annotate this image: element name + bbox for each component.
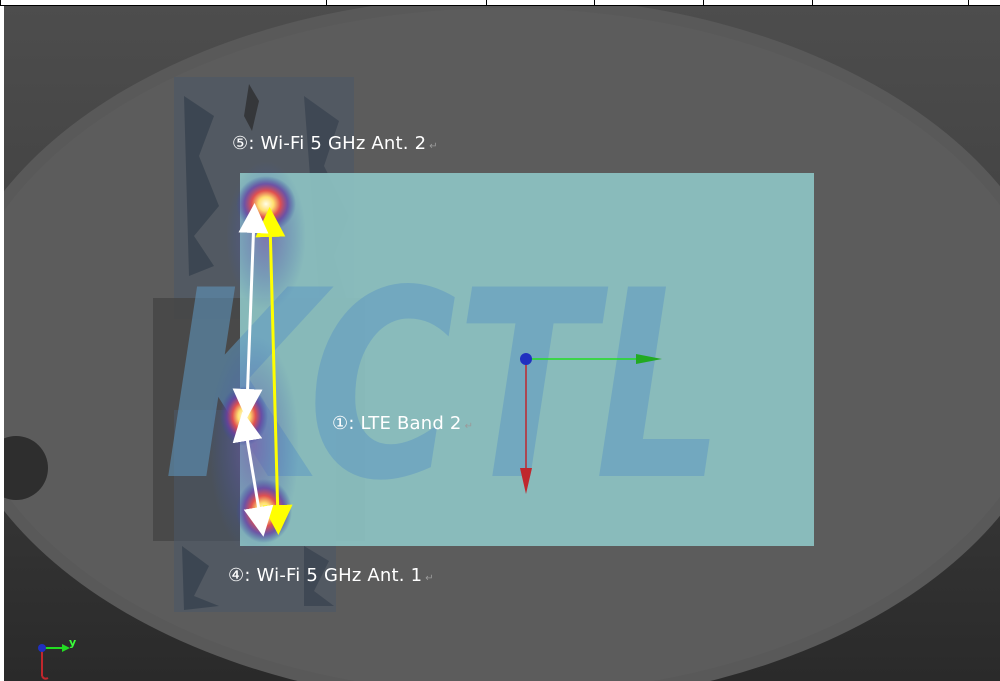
scene-canvas: KCTL xyxy=(4,6,1000,681)
label-wifi-ant1: ④: Wi-Fi 5 GHz Ant. 1 ↵ xyxy=(228,565,434,586)
orientation-axis-icon xyxy=(38,644,70,680)
sar-3d-viewport[interactable]: KCTL xyxy=(4,6,1000,681)
label-lte-band2: ①: LTE Band 2 ↵ xyxy=(332,413,474,434)
axis-y-label: y xyxy=(69,636,77,649)
table-divider xyxy=(0,0,1,6)
label-wifi-ant2: ⑤: Wi-Fi 5 GHz Ant. 2 ↵ xyxy=(232,133,438,154)
hotspot-ant2 xyxy=(236,176,296,232)
hotspot-lte xyxy=(220,386,268,446)
origin-point xyxy=(520,353,532,365)
hotspot-ant1 xyxy=(236,479,292,543)
